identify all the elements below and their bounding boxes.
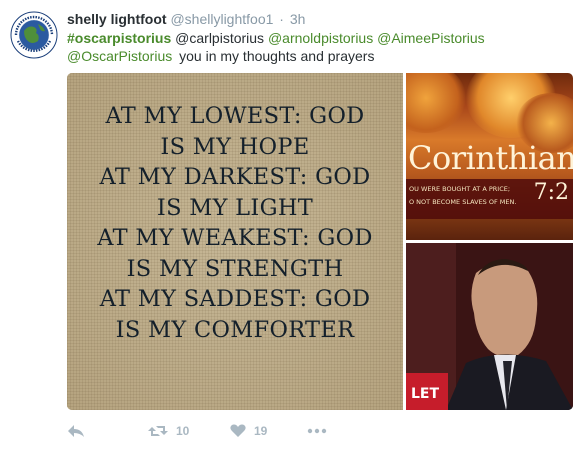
avatar[interactable]	[10, 11, 58, 59]
tweet-text: #oscarpistorius @carlpistorius @arnoldpi…	[67, 29, 572, 65]
tweet: shelly lightfoot @shellylightfoo1 · 3h #…	[0, 0, 582, 449]
quote-line: IS MY HOPE	[160, 133, 310, 160]
retweet-count: 10	[176, 424, 190, 438]
mention-link[interactable]: @carlpistorius	[175, 30, 264, 46]
quote-text: AT MY LOWEST: GOD IS MY HOPE AT MY DARKE…	[67, 101, 403, 345]
quote-line: AT MY LOWEST: GOD	[105, 103, 365, 129]
quote-line: IS MY COMFORTER	[115, 316, 355, 343]
mention-link[interactable]: @AimeePistorius	[377, 30, 485, 46]
mention-link[interactable]: @OscarPistorius	[67, 48, 172, 64]
corinthians-title: Corinthian	[408, 139, 573, 177]
more-icon	[307, 428, 327, 434]
corinthians-verse-line: OU WERE BOUGHT AT A PRICE;	[409, 185, 511, 193]
corinthians-reference: 7:2	[533, 180, 569, 205]
quote-line: IS MY STRENGTH	[126, 255, 344, 282]
media-grid: AT MY LOWEST: GOD IS MY HOPE AT MY DARKE…	[67, 73, 573, 410]
mention-link[interactable]: @arnoldpistorius	[268, 30, 373, 46]
tweet-actions: 10 19	[67, 421, 367, 441]
quote-line: AT MY SADDEST: GOD	[99, 286, 371, 312]
header-separator: ·	[279, 11, 284, 27]
hashtag-link[interactable]: #oscarpistorius	[67, 30, 171, 46]
retweet-icon	[148, 426, 168, 436]
tweet-header: shelly lightfoot @shellylightfoo1 · 3h	[67, 10, 305, 28]
heart-icon	[230, 424, 246, 437]
user-fullname[interactable]: shelly lightfoot	[67, 11, 167, 27]
like-button[interactable]: 19	[230, 421, 267, 441]
avatar-globe-icon	[10, 11, 58, 59]
corinthians-verse-line: O NOT BECOME SLAVES OF MEN.	[409, 198, 517, 206]
like-count: 19	[254, 424, 268, 438]
quote-line: AT MY WEAKEST: GOD	[97, 225, 373, 251]
media-photo[interactable]: LET	[406, 243, 573, 410]
quote-line: AT MY DARKEST: GOD	[99, 164, 371, 190]
more-button[interactable]	[307, 421, 327, 441]
quote-line: IS MY LIGHT	[156, 194, 314, 221]
reply-icon	[68, 425, 84, 437]
tweet-body-text: you in my thoughts and prayers	[179, 48, 375, 64]
reply-button[interactable]	[67, 421, 85, 441]
media-quote-image[interactable]: AT MY LOWEST: GOD IS MY HOPE AT MY DARKE…	[67, 73, 403, 410]
photo-badge-text: LET	[411, 386, 440, 402]
retweet-button[interactable]: 10	[148, 421, 189, 441]
user-screenname[interactable]: @shellylightfoo1	[170, 11, 273, 27]
tweet-timestamp[interactable]: 3h	[290, 11, 306, 27]
media-corinthians-image[interactable]: Corinthian OU WERE BOUGHT AT A PRICE; O …	[406, 73, 573, 240]
autumn-tree	[406, 73, 466, 133]
